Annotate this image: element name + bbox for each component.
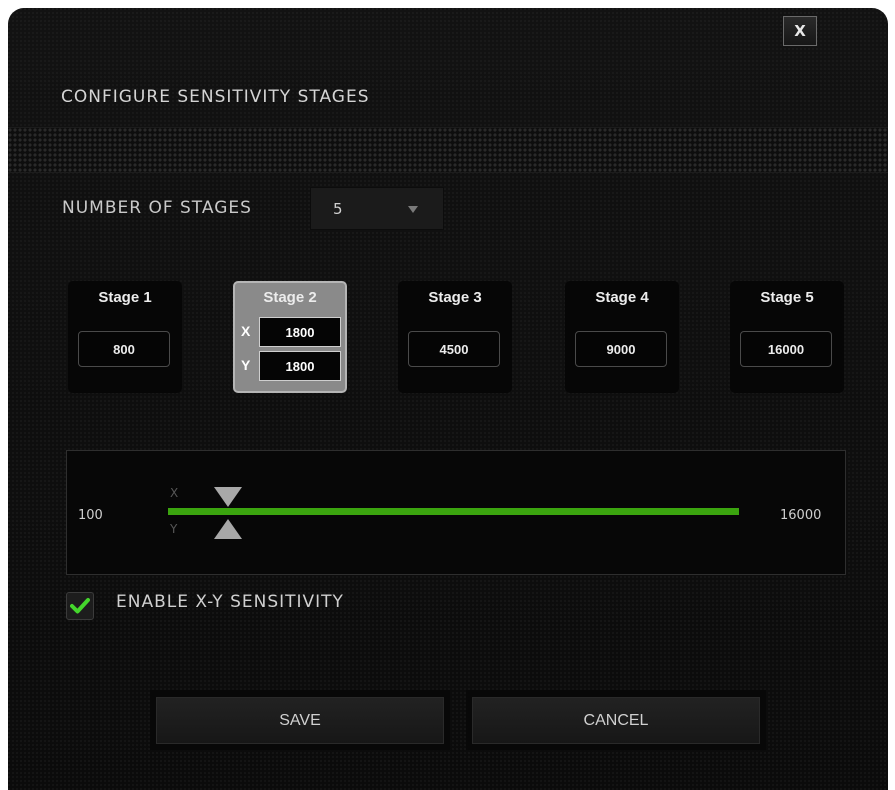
stage-5-dpi-input[interactable]: 16000: [740, 331, 832, 367]
stage-4-card[interactable]: Stage 4 9000: [565, 281, 679, 393]
number-of-stages-value: 5: [333, 200, 343, 218]
stage-4-dpi-input[interactable]: 9000: [575, 331, 667, 367]
stage-2-x-row: X 1800: [239, 317, 341, 347]
chevron-down-icon: [408, 206, 418, 213]
stage-3-card[interactable]: Stage 3 4500: [398, 281, 512, 393]
stage-2-x-dpi-input[interactable]: 1800: [259, 317, 341, 347]
slider-x-axis-label: X: [170, 486, 179, 500]
save-button[interactable]: SAVE: [156, 697, 444, 744]
header-divider: [8, 127, 888, 173]
stage-1-card[interactable]: Stage 1 800: [68, 281, 182, 393]
x-axis-label: X: [241, 323, 251, 339]
stage-1-dpi-input[interactable]: 800: [78, 331, 170, 367]
sensitivity-dialog: [8, 8, 888, 790]
cancel-button[interactable]: CANCEL: [472, 697, 760, 744]
slider-y-axis-label: Y: [170, 522, 178, 536]
stage-2-card[interactable]: Stage 2 X 1800 Y 1800: [233, 281, 347, 393]
enable-xy-sensitivity-checkbox[interactable]: [66, 592, 94, 620]
enable-xy-sensitivity-label: ENABLE X-Y SENSITIVITY: [116, 592, 344, 612]
stage-2-y-row: Y 1800: [239, 351, 341, 381]
stage-name: Stage 1: [98, 289, 152, 306]
dialog-title: CONFIGURE SENSITIVITY STAGES: [61, 87, 370, 107]
y-slider-handle[interactable]: [214, 519, 242, 539]
number-of-stages-label: NUMBER OF STAGES: [62, 198, 252, 218]
x-slider-handle[interactable]: [214, 487, 242, 507]
sensitivity-slider-track[interactable]: [168, 508, 739, 515]
stage-name: Stage 4: [595, 289, 649, 306]
stage-3-dpi-input[interactable]: 4500: [408, 331, 500, 367]
checkmark-icon: [70, 598, 90, 614]
close-button[interactable]: X: [783, 16, 817, 46]
slider-max-label: 16000: [780, 508, 822, 523]
stage-name: Stage 5: [760, 289, 814, 306]
stage-2-y-dpi-input[interactable]: 1800: [259, 351, 341, 381]
stage-name: Stage 3: [428, 289, 482, 306]
y-axis-label: Y: [241, 357, 251, 373]
number-of-stages-dropdown[interactable]: 5: [310, 187, 444, 230]
slider-min-label: 100: [78, 508, 103, 523]
stage-name: Stage 2: [263, 289, 317, 306]
stage-5-card[interactable]: Stage 5 16000: [730, 281, 844, 393]
